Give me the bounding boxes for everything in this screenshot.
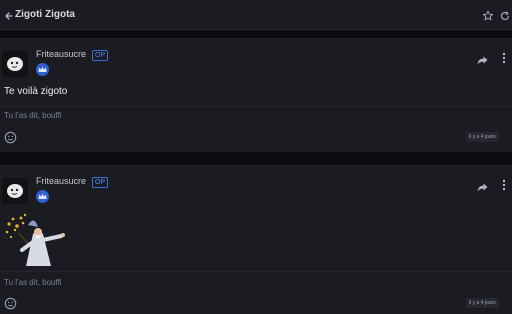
- more-vertical-icon[interactable]: [501, 51, 507, 64]
- crown-icon: [36, 190, 49, 203]
- post-signature: Tu l'as dit, bouffi: [4, 111, 62, 120]
- more-vertical-icon[interactable]: [501, 178, 507, 191]
- avatar[interactable]: [2, 178, 28, 204]
- author-name[interactable]: Friteausucre: [36, 176, 86, 186]
- wizard-gif-image: [3, 210, 71, 266]
- ghost-avatar-icon: [7, 184, 23, 198]
- post-timestamp: il y a 4 jours: [466, 132, 499, 142]
- share-icon[interactable]: [477, 53, 488, 65]
- page-title: Zigoti Zigota: [15, 9, 75, 20]
- ghost-avatar-icon: [7, 57, 23, 71]
- star-icon[interactable]: [482, 9, 494, 21]
- post-timestamp: il y a 4 jours: [466, 298, 499, 308]
- post-card: Friteausucre OP Tu l'as dit, bouffi il y…: [0, 165, 512, 314]
- emoji-add-icon[interactable]: [4, 131, 17, 144]
- crown-icon: [36, 63, 49, 76]
- post-card: Friteausucre OP Te voilà zigoto Tu l'as …: [0, 38, 512, 152]
- post-body: Te voilà zigoto: [4, 86, 68, 97]
- signature-divider: [0, 106, 512, 107]
- emoji-add-icon[interactable]: [4, 297, 17, 310]
- refresh-icon[interactable]: [499, 9, 511, 21]
- top-bar: Zigoti Zigota: [0, 0, 512, 30]
- share-icon[interactable]: [477, 180, 488, 192]
- post-signature: Tu l'as dit, bouffi: [4, 278, 62, 287]
- signature-divider: [0, 271, 512, 272]
- arrow-left-icon[interactable]: [4, 9, 14, 21]
- avatar[interactable]: [2, 51, 28, 77]
- author-name[interactable]: Friteausucre: [36, 49, 86, 59]
- op-badge: OP: [92, 50, 109, 61]
- op-badge: OP: [92, 177, 109, 188]
